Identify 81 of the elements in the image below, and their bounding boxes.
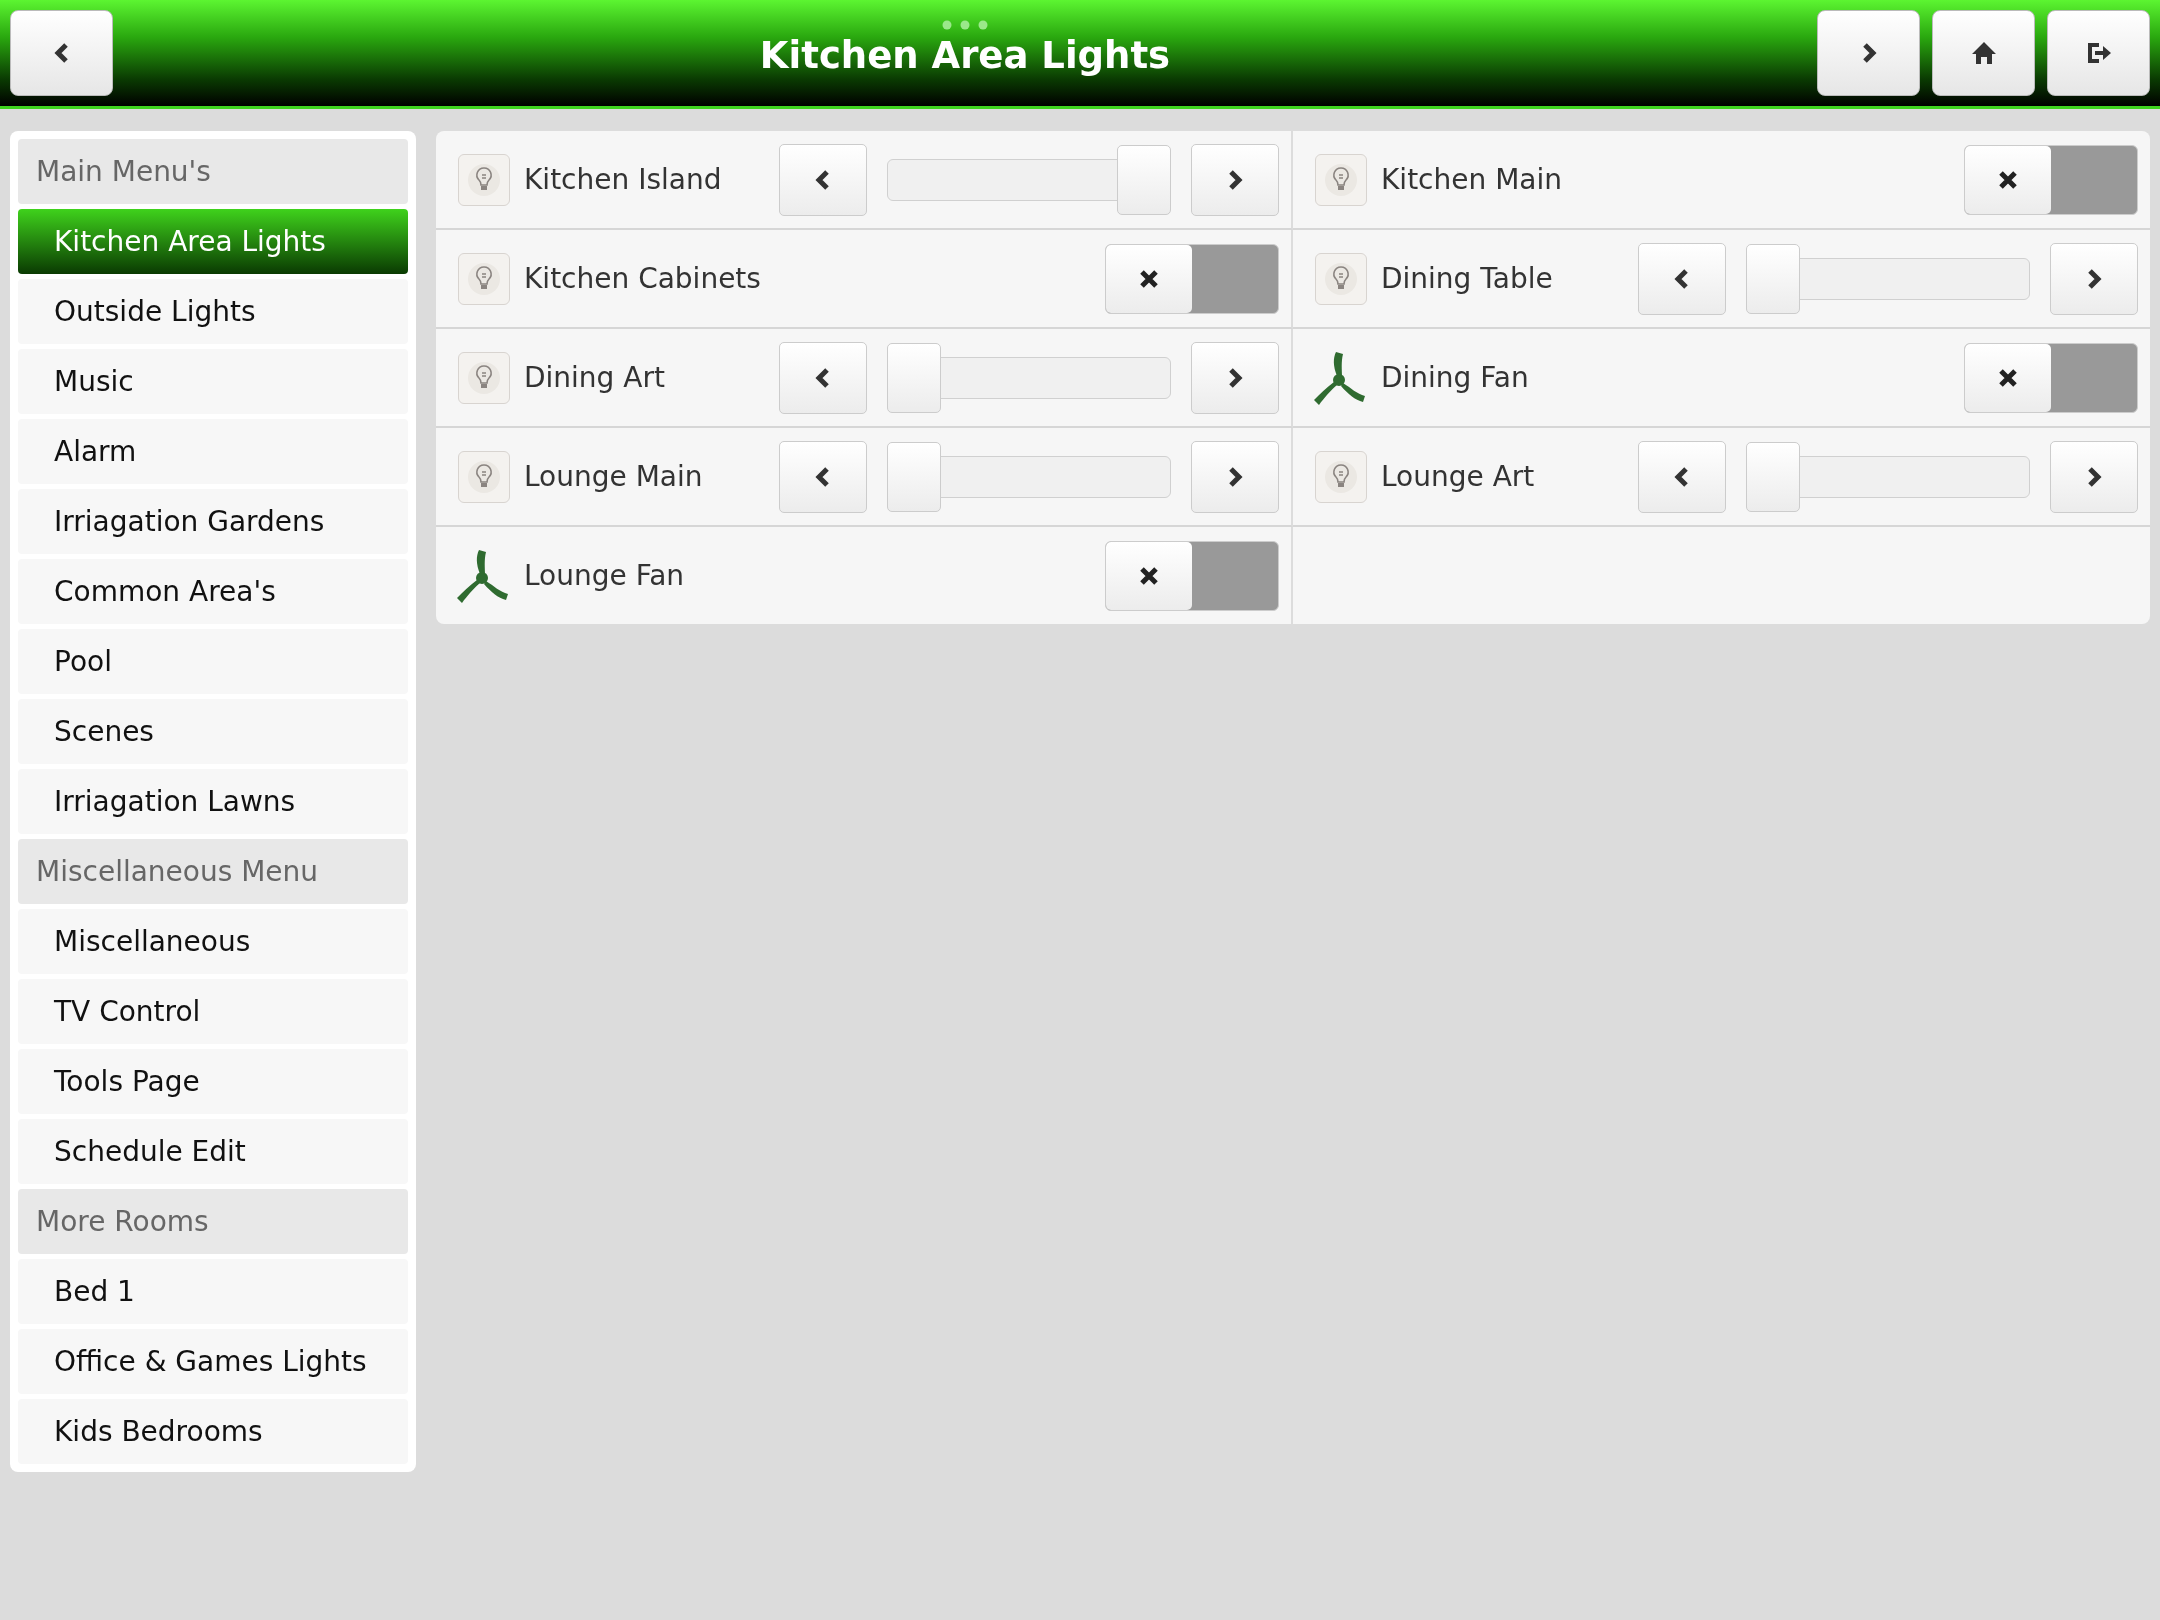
close-icon: [1139, 565, 1159, 586]
chevron-left-icon: [1674, 465, 1690, 488]
light-bulb-icon: [458, 153, 510, 206]
chevron-left-icon: [815, 366, 831, 389]
chevron-left-icon: [815, 168, 831, 191]
device-name: Lounge Art: [1381, 460, 1535, 493]
decrease-button[interactable]: [779, 143, 867, 216]
menu-item[interactable]: Office & Games Lights: [18, 1329, 408, 1394]
increase-button[interactable]: [1191, 143, 1279, 216]
increase-button[interactable]: [2050, 440, 2138, 513]
menu-item[interactable]: Irriagation Lawns: [18, 769, 408, 834]
light-bulb-icon: [1315, 153, 1367, 206]
menu-item[interactable]: TV Control: [18, 979, 408, 1044]
menu-section-header: More Rooms: [18, 1189, 408, 1254]
menu-item[interactable]: Schedule Edit: [18, 1119, 408, 1184]
slider-thumb[interactable]: [1746, 441, 1800, 512]
chevron-right-icon: [2086, 465, 2102, 488]
dimmer-slider[interactable]: [1746, 441, 2030, 512]
light-bulb-icon: [458, 252, 510, 305]
dimmer-slider[interactable]: [887, 342, 1171, 413]
light-bulb-icon: [458, 450, 510, 503]
menu-section-header: Miscellaneous Menu: [18, 839, 408, 904]
close-icon: [1998, 169, 2018, 190]
chevron-right-icon: [2086, 267, 2102, 290]
page-dots-icon: [942, 19, 988, 30]
menu-item[interactable]: Kitchen Area Lights: [18, 209, 408, 274]
device-name: Dining Table: [1381, 262, 1553, 295]
device-name: Dining Art: [524, 361, 665, 394]
chevron-right-icon: [1227, 366, 1243, 389]
dimmer-slider[interactable]: [887, 144, 1171, 215]
decrease-button[interactable]: [779, 341, 867, 414]
back-button[interactable]: [10, 10, 113, 96]
device-name: Kitchen Main: [1381, 163, 1562, 196]
light-bulb-icon: [1315, 450, 1367, 503]
slider-thumb[interactable]: [887, 342, 941, 413]
logout-button[interactable]: [2047, 10, 2150, 96]
menu-item[interactable]: Irriagation Gardens: [18, 489, 408, 554]
light-bulb-icon: [458, 351, 510, 404]
menu-item[interactable]: Kids Bedrooms: [18, 1399, 408, 1464]
menu-item[interactable]: Common Area's: [18, 559, 408, 624]
light-bulb-icon: [1315, 252, 1367, 305]
toggle-switch[interactable]: [1105, 243, 1279, 314]
toggle-switch[interactable]: [1964, 144, 2138, 215]
chevron-left-icon: [52, 42, 71, 64]
menu-item[interactable]: Scenes: [18, 699, 408, 764]
device-name: Kitchen Island: [524, 163, 722, 196]
menu-item[interactable]: Music: [18, 349, 408, 414]
increase-button[interactable]: [2050, 242, 2138, 315]
menu-item[interactable]: Pool: [18, 629, 408, 694]
menu-section-header: Main Menu's: [18, 139, 408, 204]
forward-button[interactable]: [1817, 10, 1920, 96]
menu-item[interactable]: Miscellaneous: [18, 909, 408, 974]
device-name: Kitchen Cabinets: [524, 262, 761, 295]
page-title: Kitchen Area Lights: [759, 33, 1171, 77]
toggle-switch[interactable]: [1964, 342, 2138, 413]
device-name: Lounge Main: [524, 460, 703, 493]
menu-item[interactable]: Alarm: [18, 419, 408, 484]
increase-button[interactable]: [1191, 440, 1279, 513]
home-icon: [1970, 41, 1997, 65]
decrease-button[interactable]: [1638, 242, 1726, 315]
dimmer-slider[interactable]: [887, 441, 1171, 512]
close-icon: [1998, 367, 2018, 388]
dimmer-slider[interactable]: [1746, 243, 2030, 314]
toggle-switch[interactable]: [1105, 540, 1279, 611]
increase-button[interactable]: [1191, 341, 1279, 414]
menu-item[interactable]: Tools Page: [18, 1049, 408, 1114]
home-button[interactable]: [1932, 10, 2035, 96]
device-name: Dining Fan: [1381, 361, 1529, 394]
chevron-right-icon: [1227, 465, 1243, 488]
menu-item[interactable]: Outside Lights: [18, 279, 408, 344]
slider-thumb[interactable]: [1746, 243, 1800, 314]
chevron-left-icon: [815, 465, 831, 488]
menu-item[interactable]: Bed 1: [18, 1259, 408, 1324]
chevron-left-icon: [1674, 267, 1690, 290]
device-name: Lounge Fan: [524, 559, 685, 592]
slider-thumb[interactable]: [887, 441, 941, 512]
chevron-right-icon: [1227, 168, 1243, 191]
slider-thumb[interactable]: [1117, 144, 1171, 215]
close-icon: [1139, 268, 1159, 289]
decrease-button[interactable]: [1638, 440, 1726, 513]
decrease-button[interactable]: [779, 440, 867, 513]
